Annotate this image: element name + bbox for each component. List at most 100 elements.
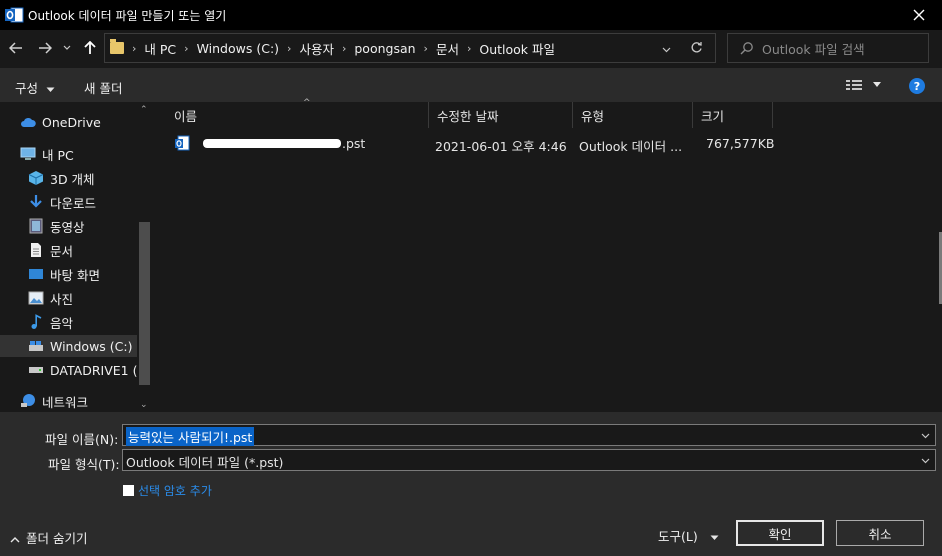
video-icon: [28, 218, 44, 234]
sidebar-item-label: 음악: [50, 315, 74, 331]
sidebar-item-label: 문서: [50, 243, 74, 259]
column-header-type[interactable]: 유형: [573, 102, 693, 128]
sidebar-item-label: 내 PC: [42, 147, 74, 163]
file-name-value: 능력있는 사람되기!.pst: [126, 427, 255, 446]
music-icon: [28, 314, 44, 330]
command-toolbar: 구성 새 폴더: [0, 68, 942, 102]
breadcrumb-separator: ›: [423, 41, 428, 55]
sidebar-item-network[interactable]: 네트워크: [20, 390, 88, 412]
chevron-down-icon: [921, 433, 930, 439]
breadcrumb-windows-c[interactable]: Windows (C:): [197, 41, 279, 56]
breadcrumb-separator: ›: [287, 41, 292, 55]
column-header-name[interactable]: ^ 이름: [166, 98, 429, 128]
file-type-label: 파일 형식(T):: [48, 457, 120, 472]
sidebar-item-label: 네트워크: [42, 394, 89, 410]
sidebar-item-label: 다운로드: [50, 195, 97, 211]
file-type-dropdown-button[interactable]: [921, 453, 930, 467]
address-dropdown-button[interactable]: [662, 42, 671, 56]
column-header-modified[interactable]: 수정한 날짜: [429, 102, 573, 128]
ok-button[interactable]: 확인: [736, 520, 824, 546]
breadcrumb-poongsan[interactable]: poongsan: [354, 41, 415, 56]
hide-folders-button[interactable]: 폴더 숨기기: [10, 528, 87, 547]
redacted-filename-mark: [203, 139, 341, 148]
navigation-bar: › 내 PC › Windows (C:) › 사용자 › poongsan ›…: [0, 30, 942, 68]
file-name-input[interactable]: 능력있는 사람되기!.pst: [122, 424, 936, 446]
sidebar-item-music[interactable]: 음악: [28, 311, 73, 333]
column-header-label: 크기: [701, 108, 725, 124]
arrow-up-icon: [84, 41, 96, 54]
sidebar-item-documents[interactable]: 문서: [28, 239, 73, 261]
sidebar-item-datadrive1[interactable]: DATADRIVE1 (D: [28, 359, 137, 381]
sidebar-item-my-pc[interactable]: 내 PC: [20, 143, 74, 165]
breadcrumb-separator: ›: [132, 41, 137, 55]
new-folder-button[interactable]: 새 폴더: [84, 78, 122, 97]
sidebar-item-downloads[interactable]: 다운로드: [28, 191, 96, 213]
navigation-pane: OneDrive 내 PC 3D 개체 다운로드 동영상 문서 바탕 화면 사진…: [0, 102, 152, 412]
sidebar-item-label: Windows (C:): [50, 338, 133, 354]
title-bar: Outlook 데이터 파일 만들기 또는 열기: [0, 0, 942, 30]
breadcrumb-my-pc[interactable]: 내 PC: [144, 39, 176, 58]
search-placeholder: Outlook 파일 검색: [762, 41, 865, 57]
breadcrumb-documents[interactable]: 문서: [436, 39, 459, 58]
outlook-app-icon: [4, 5, 24, 25]
window-title: Outlook 데이터 파일 만들기 또는 열기: [28, 9, 227, 23]
refresh-icon: [691, 42, 702, 53]
drive-icon: [28, 338, 44, 354]
breadcrumb-outlook-files[interactable]: Outlook 파일: [479, 39, 555, 58]
desktop-icon: [28, 266, 44, 282]
file-size-cell: 767,577KB: [706, 136, 775, 151]
help-icon[interactable]: ?: [909, 78, 925, 94]
sidebar-item-desktop[interactable]: 바탕 화면: [28, 263, 100, 285]
sort-ascending-icon: ^: [303, 98, 311, 108]
outlook-data-file-icon: [175, 135, 190, 154]
save-options-panel: 파일 이름(N): 능력있는 사람되기!.pst 파일 형식(T): Outlo…: [0, 412, 942, 556]
tools-menu-button[interactable]: 도구(L): [658, 526, 719, 545]
close-icon: [913, 9, 925, 21]
file-type-value: Outlook 데이터 파일 (*.pst): [126, 455, 284, 470]
sidebar-item-label: 바탕 화면: [50, 267, 100, 283]
sidebar-scrollbar[interactable]: ⌃ ⌄: [137, 102, 152, 412]
sidebar-item-videos[interactable]: 동영상: [28, 215, 85, 237]
table-row[interactable]: .pst 2021-06-01 오후 4:46 Outlook 데이터 ... …: [166, 131, 786, 155]
file-name-cell: .pst: [342, 136, 366, 151]
scrollbar-thumb[interactable]: [139, 222, 150, 385]
tools-label: 도구(L): [658, 529, 698, 544]
view-options-button[interactable]: [846, 79, 882, 94]
sidebar-item-label: DATADRIVE1 (D: [50, 362, 137, 378]
refresh-button[interactable]: [690, 41, 703, 57]
scroll-up-arrow-icon[interactable]: ⌃: [140, 105, 148, 115]
scroll-down-arrow-icon[interactable]: ⌄: [140, 400, 148, 410]
breadcrumb-users[interactable]: 사용자: [299, 39, 334, 58]
organize-menu-button[interactable]: 구성: [15, 78, 55, 97]
forward-button[interactable]: [35, 38, 55, 58]
sidebar-item-label: 동영상: [50, 219, 85, 235]
address-bar[interactable]: › 내 PC › Windows (C:) › 사용자 › poongsan ›…: [104, 33, 716, 63]
sidebar-item-label: 사진: [50, 291, 74, 307]
organize-label: 구성: [15, 81, 39, 96]
sidebar-item-label: OneDrive: [42, 114, 101, 130]
close-button[interactable]: [896, 0, 942, 30]
up-button[interactable]: [80, 38, 100, 58]
chevron-down-icon: [921, 458, 930, 464]
add-password-label[interactable]: 선택 암호 추가: [138, 482, 212, 499]
file-type-select[interactable]: Outlook 데이터 파일 (*.pst): [122, 449, 936, 471]
hide-folders-label: 폴더 숨기기: [26, 531, 88, 546]
search-input[interactable]: Outlook 파일 검색: [727, 33, 929, 63]
sidebar-item-onedrive[interactable]: OneDrive: [20, 111, 101, 133]
column-header-label: 유형: [581, 108, 605, 124]
column-header-size[interactable]: 크기: [693, 102, 773, 128]
file-name-dropdown-button[interactable]: [921, 428, 930, 442]
sidebar-item-3d-objects[interactable]: 3D 개체: [28, 167, 95, 189]
sidebar-item-pictures[interactable]: 사진: [28, 287, 73, 309]
column-header-label: 수정한 날짜: [437, 108, 499, 124]
sidebar-item-label: 3D 개체: [50, 171, 95, 187]
add-password-checkbox[interactable]: [123, 485, 134, 496]
network-icon: [20, 393, 36, 409]
back-button[interactable]: [6, 38, 26, 58]
sidebar-item-windows-c[interactable]: Windows (C:): [0, 335, 137, 357]
folder-icon: [110, 39, 124, 54]
recent-locations-button[interactable]: [60, 38, 74, 58]
pc-icon: [20, 146, 36, 162]
cancel-button[interactable]: 취소: [836, 520, 924, 546]
chevron-down-icon: [63, 45, 71, 50]
